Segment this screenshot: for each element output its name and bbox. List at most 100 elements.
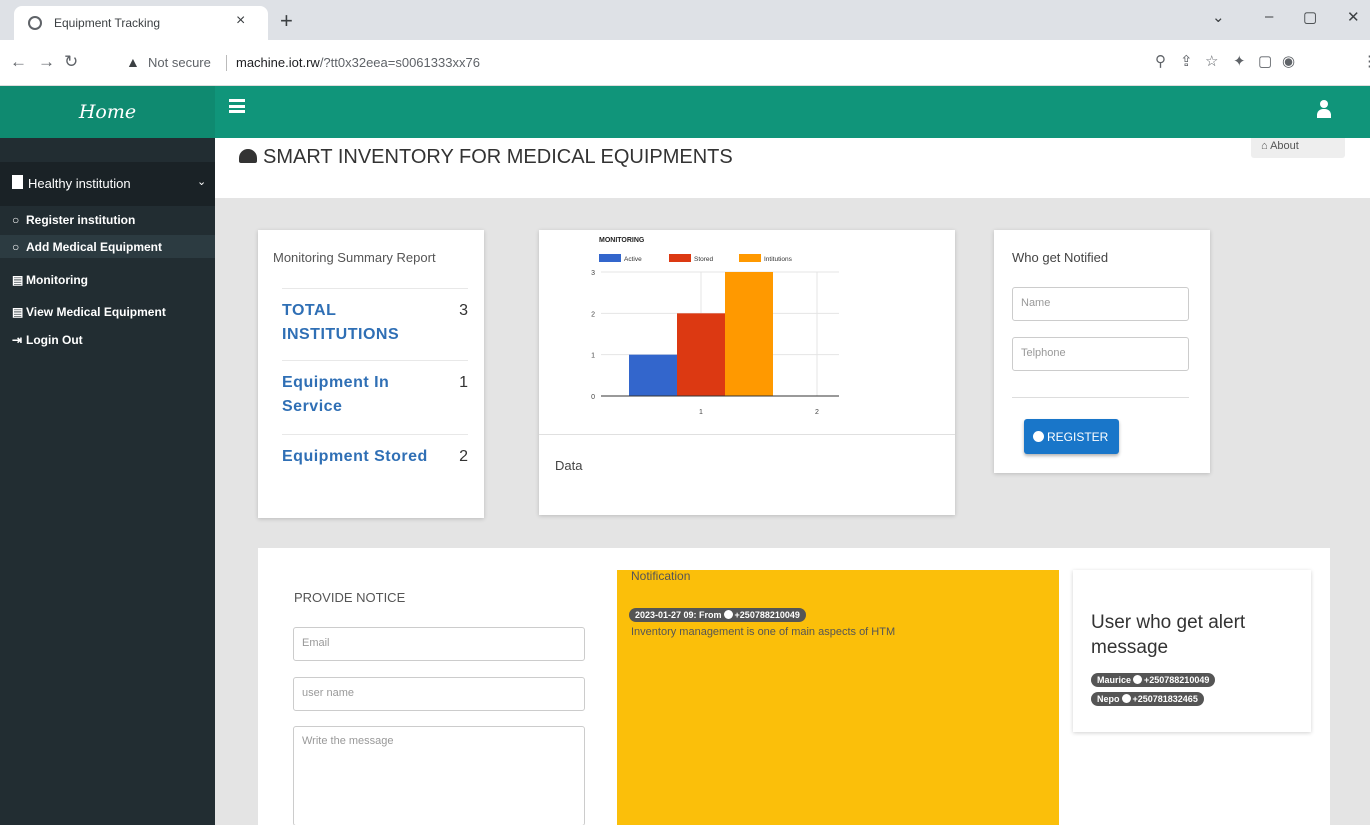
page-title: SMART INVENTORY FOR MEDICAL EQUIPMENTS: [239, 146, 733, 169]
who-get-notified-card: Who get Notified Name Telphone REGISTER: [994, 230, 1210, 473]
bookmark-star-icon[interactable]: ☆: [1205, 52, 1218, 70]
warning-icon: ▲: [126, 54, 140, 70]
tab-title: Equipment Tracking: [54, 16, 161, 30]
summary-key-line: INSTITUTIONS: [282, 326, 400, 343]
app-header: Home: [0, 86, 1370, 138]
hamburger-menu-icon[interactable]: [229, 99, 245, 113]
notify-title: Who get Notified: [1012, 250, 1109, 265]
legend-label: Active: [624, 256, 642, 263]
brand-home-link[interactable]: Home: [0, 86, 215, 138]
x-tick-label: 1: [699, 409, 703, 416]
tab-close-icon[interactable]: ×: [236, 12, 245, 30]
sidebar-group-label: Healthy institution: [28, 176, 131, 191]
user-name: Maurice: [1097, 675, 1132, 685]
page-title-text: SMART INVENTORY FOR MEDICAL EQUIPMENTS: [263, 146, 733, 168]
check-circle-icon: [723, 610, 733, 619]
y-tick-label: 3: [591, 270, 595, 277]
table-icon: ▤: [12, 305, 24, 319]
summary-key-line: Service: [282, 398, 343, 415]
back-icon[interactable]: ←: [10, 52, 27, 72]
sidepanel-icon[interactable]: ▢: [1258, 52, 1272, 70]
message-textarea[interactable]: Write the message: [293, 726, 585, 825]
forward-icon[interactable]: →: [38, 52, 55, 72]
close-window-button[interactable]: ✕: [1347, 8, 1360, 26]
summary-key: Equipment In Service: [282, 371, 389, 419]
content-header: SMART INVENTORY FOR MEDICAL EQUIPMENTS ⌂…: [215, 138, 1370, 198]
extensions-icon[interactable]: ✦: [1233, 52, 1246, 70]
summary-row-equipment-in-service: Equipment In Service 1: [282, 360, 468, 435]
bar-intitutions: [725, 272, 773, 396]
sidebar-group-healthy-institution[interactable]: Healthy institution ⌄: [0, 162, 215, 206]
divider: [1012, 397, 1189, 398]
profile-icon[interactable]: ◉: [1282, 52, 1295, 70]
breadcrumb-about[interactable]: About: [1270, 140, 1299, 152]
reload-icon[interactable]: ↻: [64, 52, 78, 72]
url-text[interactable]: machine.iot.rw/?tt0x32eea=s0061333xx76: [236, 55, 480, 70]
circle-icon: ○: [12, 240, 20, 254]
badge-phone: +250788210049: [734, 610, 800, 620]
logout-icon: ⇥: [12, 333, 23, 347]
user-phone: +250781832465: [1132, 694, 1198, 704]
y-tick-label: 1: [591, 353, 595, 360]
alert-users-title: User who get alert message: [1091, 612, 1246, 658]
alert-user-badge: Maurice +250788210049: [1091, 673, 1216, 687]
check-circle-icon: [1133, 675, 1143, 684]
summary-row-equipment-stored: Equipment Stored 2: [282, 434, 468, 484]
check-circle-icon: [1121, 694, 1131, 703]
legend-label: Intitutions: [764, 256, 793, 263]
document-icon: [12, 175, 23, 189]
sidebar-item-view-medical-equipment[interactable]: ▤ View Medical Equipment: [0, 300, 215, 323]
sidebar-item-label: View Medical Equipment: [26, 305, 166, 319]
monitoring-bar-chart: MONITORING Active Stored Intitutions 0 1 2 3 1 2: [591, 237, 839, 416]
bar-stored: [677, 313, 725, 396]
browser-tab-bar: Equipment Tracking × + ⌄ – ▢ ✕: [0, 0, 1370, 40]
address-bar[interactable]: ▲ Not secure machine.iot.rw/?tt0x32eea=s…: [112, 47, 1152, 79]
sidebar-item-label: Add Medical Equipment: [26, 240, 163, 254]
sidebar-item-register-institution[interactable]: ○ Register institution: [0, 208, 215, 231]
summary-title: Monitoring Summary Report: [273, 250, 436, 265]
minimize-button[interactable]: –: [1265, 8, 1273, 25]
telephone-input[interactable]: Telphone: [1012, 337, 1189, 371]
name-input[interactable]: Name: [1012, 287, 1189, 321]
legend-label: Stored: [694, 256, 714, 263]
sidebar-item-login-out[interactable]: ⇥ Login Out: [0, 328, 215, 351]
summary-value: 2: [459, 448, 468, 465]
sidebar-item-monitoring[interactable]: ▤ Monitoring: [0, 268, 215, 291]
monitoring-chart-card: MONITORING Active Stored Intitutions 0 1 2 3 1 2 …: [539, 230, 955, 515]
url-host: machine.iot.rw: [236, 55, 320, 70]
user-icon[interactable]: [1317, 100, 1331, 120]
sidebar-item-label: Monitoring: [26, 273, 88, 287]
summary-key: Equipment Stored: [282, 448, 428, 465]
email-input[interactable]: Email: [293, 627, 585, 661]
y-tick-label: 0: [591, 394, 595, 401]
new-tab-button[interactable]: +: [280, 8, 293, 34]
sidebar: Healthy institution ⌄ ○ Register institu…: [0, 138, 215, 825]
breadcrumb[interactable]: ⌂ About: [1251, 138, 1345, 158]
not-secure-label: Not secure: [148, 55, 211, 70]
legend-swatch: [669, 254, 691, 262]
menu-icon[interactable]: ⋮: [1362, 52, 1370, 70]
y-tick-label: 2: [591, 311, 595, 318]
notice-title: PROVIDE NOTICE: [294, 590, 406, 605]
notification-message: Inventory management is one of main aspe…: [631, 626, 896, 638]
url-path: /?tt0x32eea=s0061333xx76: [319, 55, 480, 70]
summary-value: 1: [459, 374, 468, 391]
username-input[interactable]: user name: [293, 677, 585, 711]
check-circle-icon: [1033, 431, 1044, 442]
table-icon: ▤: [12, 273, 24, 287]
sidebar-item-add-medical-equipment[interactable]: ○ Add Medical Equipment: [0, 235, 215, 258]
maximize-button[interactable]: ▢: [1303, 8, 1317, 26]
bar-active: [629, 354, 677, 396]
zoom-icon[interactable]: ⚲: [1155, 52, 1166, 70]
alert-users-card: User who get alert message Maurice +25078…: [1073, 570, 1311, 732]
notification-title: Notification: [631, 569, 691, 583]
browser-tab[interactable]: Equipment Tracking ×: [14, 6, 268, 40]
register-button[interactable]: REGISTER: [1024, 419, 1119, 454]
share-icon[interactable]: ⇪: [1180, 52, 1193, 70]
chart-title: MONITORING: [599, 237, 645, 244]
summary-key: TOTAL INSTITUTIONS: [282, 299, 399, 347]
provide-notice-form: PROVIDE NOTICE Email user name Write the…: [277, 570, 603, 825]
summary-row-total-institutions: TOTAL INSTITUTIONS 3: [282, 288, 468, 358]
tab-search-icon[interactable]: ⌄: [1212, 8, 1225, 26]
data-label: Data: [555, 458, 583, 473]
